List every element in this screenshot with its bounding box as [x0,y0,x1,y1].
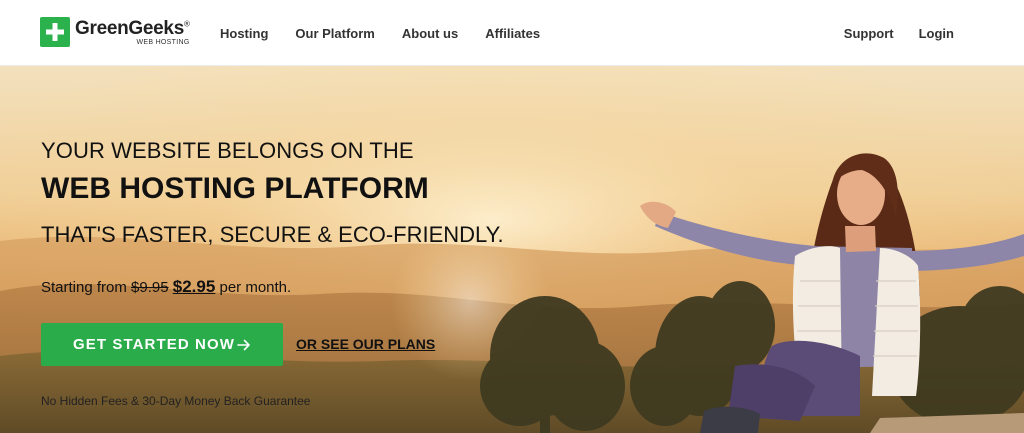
hero-section: YOUR WEBSITE BELONGS ON THE WEB HOSTING … [0,66,1024,433]
hero-heading-line-3: THAT'S FASTER, SECURE & ECO-FRIENDLY. [41,222,504,247]
hero-heading-line-2: WEB HOSTING PLATFORM [41,172,429,205]
old-price: $9.95 [131,279,169,296]
nav-item-support[interactable]: Support [844,26,894,41]
greengeeks-logo[interactable]: GreenGeeks® WEB HOSTING [40,17,190,49]
hero-background-image [0,66,1024,433]
guarantee-text: No Hidden Fees & 30-Day Money Back Guara… [41,394,311,408]
site-header: GreenGeeks® WEB HOSTING Hosting Our Plat… [0,0,1024,66]
plus-icon [40,17,70,47]
registered-mark: ® [183,19,190,29]
pricing-prefix: Starting from [41,279,127,296]
see-our-plans-link[interactable]: OR SEE OUR PLANS [296,336,435,352]
get-started-label: GET STARTED NOW [72,336,236,353]
logo-wordmark: GreenGeeks® WEB HOSTING [75,17,190,46]
get-started-button[interactable]: GET STARTED NOW [41,323,283,366]
nav-item-hosting[interactable]: Hosting [220,26,268,41]
pricing-text: Starting from $9.95 $2.95 per month. [41,277,291,297]
logo-subtitle: WEB HOSTING [136,39,190,46]
hero-heading-line-1: YOUR WEBSITE BELONGS ON THE [41,138,414,163]
utility-nav: Support Login [819,0,954,66]
pricing-suffix: per month. [219,279,292,296]
new-price: $2.95 [172,277,216,296]
nav-item-our-platform[interactable]: Our Platform [295,26,374,41]
nav-item-login[interactable]: Login [919,26,954,41]
nav-item-affiliates[interactable]: Affiliates [485,26,540,41]
arrow-right-icon [237,339,250,350]
main-nav: Hosting Our Platform About us Affiliates [220,0,567,66]
nav-item-about-us[interactable]: About us [402,26,458,41]
logo-name: GreenGeeks [75,18,184,39]
